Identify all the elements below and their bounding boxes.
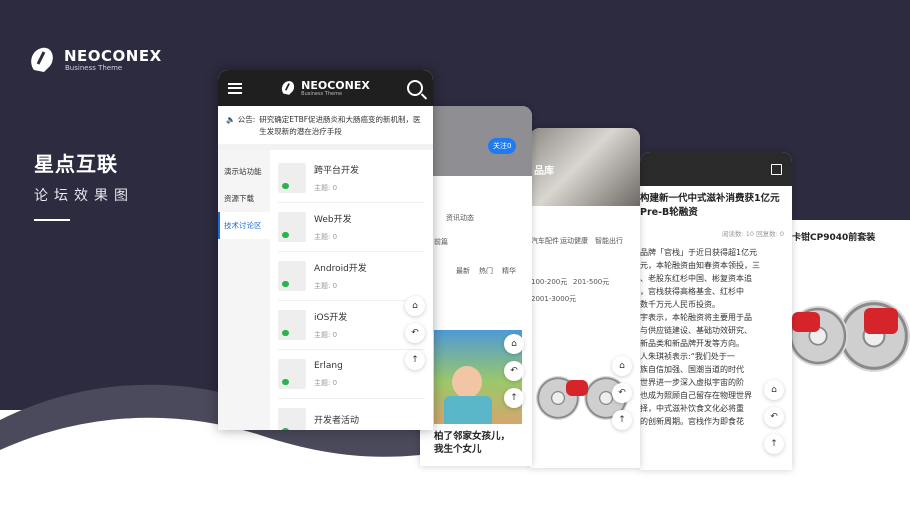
phone-forum: NEOCONEX Business Theme 🔈 公告: 研究确定ETBF促进…: [218, 70, 433, 430]
forum-title: Android开发: [314, 264, 367, 274]
shop-cat-2[interactable]: 运动健康: [560, 236, 588, 246]
feed-caption-line: 柏了邻家女孩儿，: [434, 431, 511, 442]
price-range-3[interactable]: 2001-3000元: [531, 294, 576, 304]
shop-cat-3[interactable]: 智能出行: [595, 236, 623, 246]
nav-brand: NEOCONEX: [301, 78, 370, 92]
article-topbar: [640, 152, 792, 186]
forum-thumb: [278, 212, 306, 242]
article-line: 新品类和新品牌开发等方向。: [640, 339, 744, 348]
forum-title: iOS开发: [314, 313, 348, 323]
home-icon[interactable]: ⌂: [504, 334, 524, 354]
home-icon[interactable]: ⌂: [405, 296, 425, 316]
article-title: 构建新一代中式滋补消费获1亿元Pre-B轮融资: [640, 193, 780, 218]
article-line: 宇表示，本轮融资将主要用于品: [640, 313, 752, 322]
to-top-icon[interactable]: ↑: [405, 350, 425, 370]
headline-underline: [34, 219, 70, 221]
shop-cat-1[interactable]: 汽车配件: [531, 236, 559, 246]
list-item[interactable]: Android开发 主题: 0: [278, 252, 425, 301]
search-icon[interactable]: [406, 80, 423, 96]
feed-caption: 柏了邻家女孩儿， 我生个女儿: [434, 430, 510, 456]
caliper-image-2: [792, 312, 820, 332]
product-title: 卡钳CP9040前套装: [792, 233, 876, 243]
to-top-icon[interactable]: ↑: [764, 434, 784, 454]
price-range-1[interactable]: 100-200元: [531, 277, 567, 287]
phone1-fab-group: ⌂ ↶ ↑: [405, 296, 425, 370]
filter-digest[interactable]: 精华: [502, 266, 516, 276]
article-line: 族自信加强、国潮当道的时代: [640, 365, 744, 374]
list-item[interactable]: Web开发主题: 0: [278, 203, 425, 252]
list-item[interactable]: iOS开发主题: 0: [278, 301, 425, 350]
article-line: 、老股东红杉中国、彬复资本追: [640, 274, 752, 283]
phone-product-detail: 卡钳CP9040前套装: [778, 220, 910, 420]
list-item[interactable]: Erlang 主题: 0: [278, 350, 425, 399]
list-item[interactable]: 开发者活动: [278, 399, 425, 430]
notice-bar[interactable]: 🔈 公告: 研究确定ETBF促进肠炎和大肠癌变的新机制，医生发现新的潜在治疗手段: [218, 106, 433, 150]
article-line: 数千万元人民币投资。: [640, 300, 720, 309]
brand-sub: Business Theme: [65, 64, 123, 72]
article-line: 品牌「官栈」于近日获得超1亿元: [640, 248, 758, 257]
forum-count: 主题: 0: [314, 233, 338, 241]
to-top-icon[interactable]: ↑: [504, 388, 524, 408]
forum-title: Erlang: [314, 360, 343, 371]
article-line: 人朱琪祯表示:“我们处于一: [640, 352, 735, 361]
forum-thumb: [278, 408, 306, 430]
article-line: 元，本轮融资由知春资本领投，三: [640, 261, 760, 270]
neoconex-logo-icon: [282, 81, 295, 95]
menu-icon[interactable]: [228, 82, 242, 94]
home-icon[interactable]: ⌂: [764, 380, 784, 400]
phone3-fab-group: ⌂ ↶ ↑: [612, 356, 632, 430]
home-icon[interactable]: ⌂: [612, 356, 632, 376]
forum-thumb: [278, 310, 306, 340]
filter-latest[interactable]: 最新: [456, 266, 470, 276]
notice-label: 🔈 公告:: [226, 115, 256, 124]
caliper-image: [864, 308, 898, 334]
article-line: ，官栈获得高格基金、红杉中: [640, 287, 744, 296]
filter-hot[interactable]: 热门: [479, 266, 493, 276]
back-icon[interactable]: ↶: [405, 323, 425, 343]
forum-thumb: [278, 163, 306, 193]
product-caliper-image: [566, 380, 588, 396]
headline-title: 星点互联: [34, 152, 118, 176]
forum-count: 主题: 0: [314, 331, 338, 339]
headline: 星点互联 论坛效果图: [34, 148, 134, 221]
back-icon[interactable]: ↶: [612, 383, 632, 403]
headline-subtitle: 论坛效果图: [34, 188, 134, 204]
forum-title: 开发者活动: [314, 416, 360, 426]
notice-text: 研究确定ETBF促进肠炎和大肠癌变的新机制，医生发现新的潜在治疗手段: [259, 115, 421, 136]
front-link[interactable]: 前篇: [434, 237, 448, 247]
back-icon[interactable]: ↶: [764, 407, 784, 427]
to-top-icon[interactable]: ↑: [612, 410, 632, 430]
follow-button[interactable]: 关注0: [488, 138, 517, 154]
feed-header: [420, 106, 532, 176]
forum-list: 跨平台开发 主题: 0 Web开发 主题: 0 Android开发 主题: 0 iOS…: [270, 150, 433, 430]
back-icon[interactable]: ↶: [504, 361, 524, 381]
shop-title: 品库: [534, 166, 554, 177]
article-meta: 阅读数: 10 回复数: 0: [722, 230, 784, 238]
forum-sidebar: 演示站功能 资源下载 技术讨论区: [218, 150, 270, 430]
phone2-fab-group: ⌂ ↶ ↑: [504, 334, 524, 408]
forum-count: 主题: 0: [314, 282, 338, 290]
edit-icon[interactable]: [771, 164, 782, 175]
neoconex-logo-icon: [31, 47, 53, 72]
forum-title: 跨平台开发: [314, 166, 360, 176]
list-item[interactable]: 跨平台开发主题: 0: [278, 154, 425, 203]
price-range-2[interactable]: 201-500元: [573, 277, 609, 287]
phone4-fab-group: ⌂ ↶ ↑: [764, 380, 784, 454]
forum-thumb: [278, 359, 306, 389]
forum-count: 主题: 0: [314, 378, 338, 387]
forum-count: 主题: 0: [314, 184, 338, 192]
forum-navbar: NEOCONEX Business Theme: [218, 70, 433, 106]
tab-news[interactable]: 资讯动态: [446, 213, 474, 223]
feed-caption-line-2: 我生个女儿: [434, 444, 482, 455]
sidebar-item-tech[interactable]: 技术讨论区: [218, 212, 270, 239]
article-line: 与供应链建设、基础功效研究、: [640, 326, 752, 335]
forum-title: Web开发: [314, 215, 352, 225]
nav-logo: NEOCONEX Business Theme: [279, 79, 370, 97]
sidebar-item-demo[interactable]: 演示站功能: [218, 158, 270, 185]
forum-thumb: [278, 261, 306, 291]
brand-logo: NEOCONEX Business Theme: [26, 44, 162, 76]
brand-name: NEOCONEX: [64, 47, 162, 65]
sidebar-item-downloads[interactable]: 资源下载: [218, 185, 270, 212]
